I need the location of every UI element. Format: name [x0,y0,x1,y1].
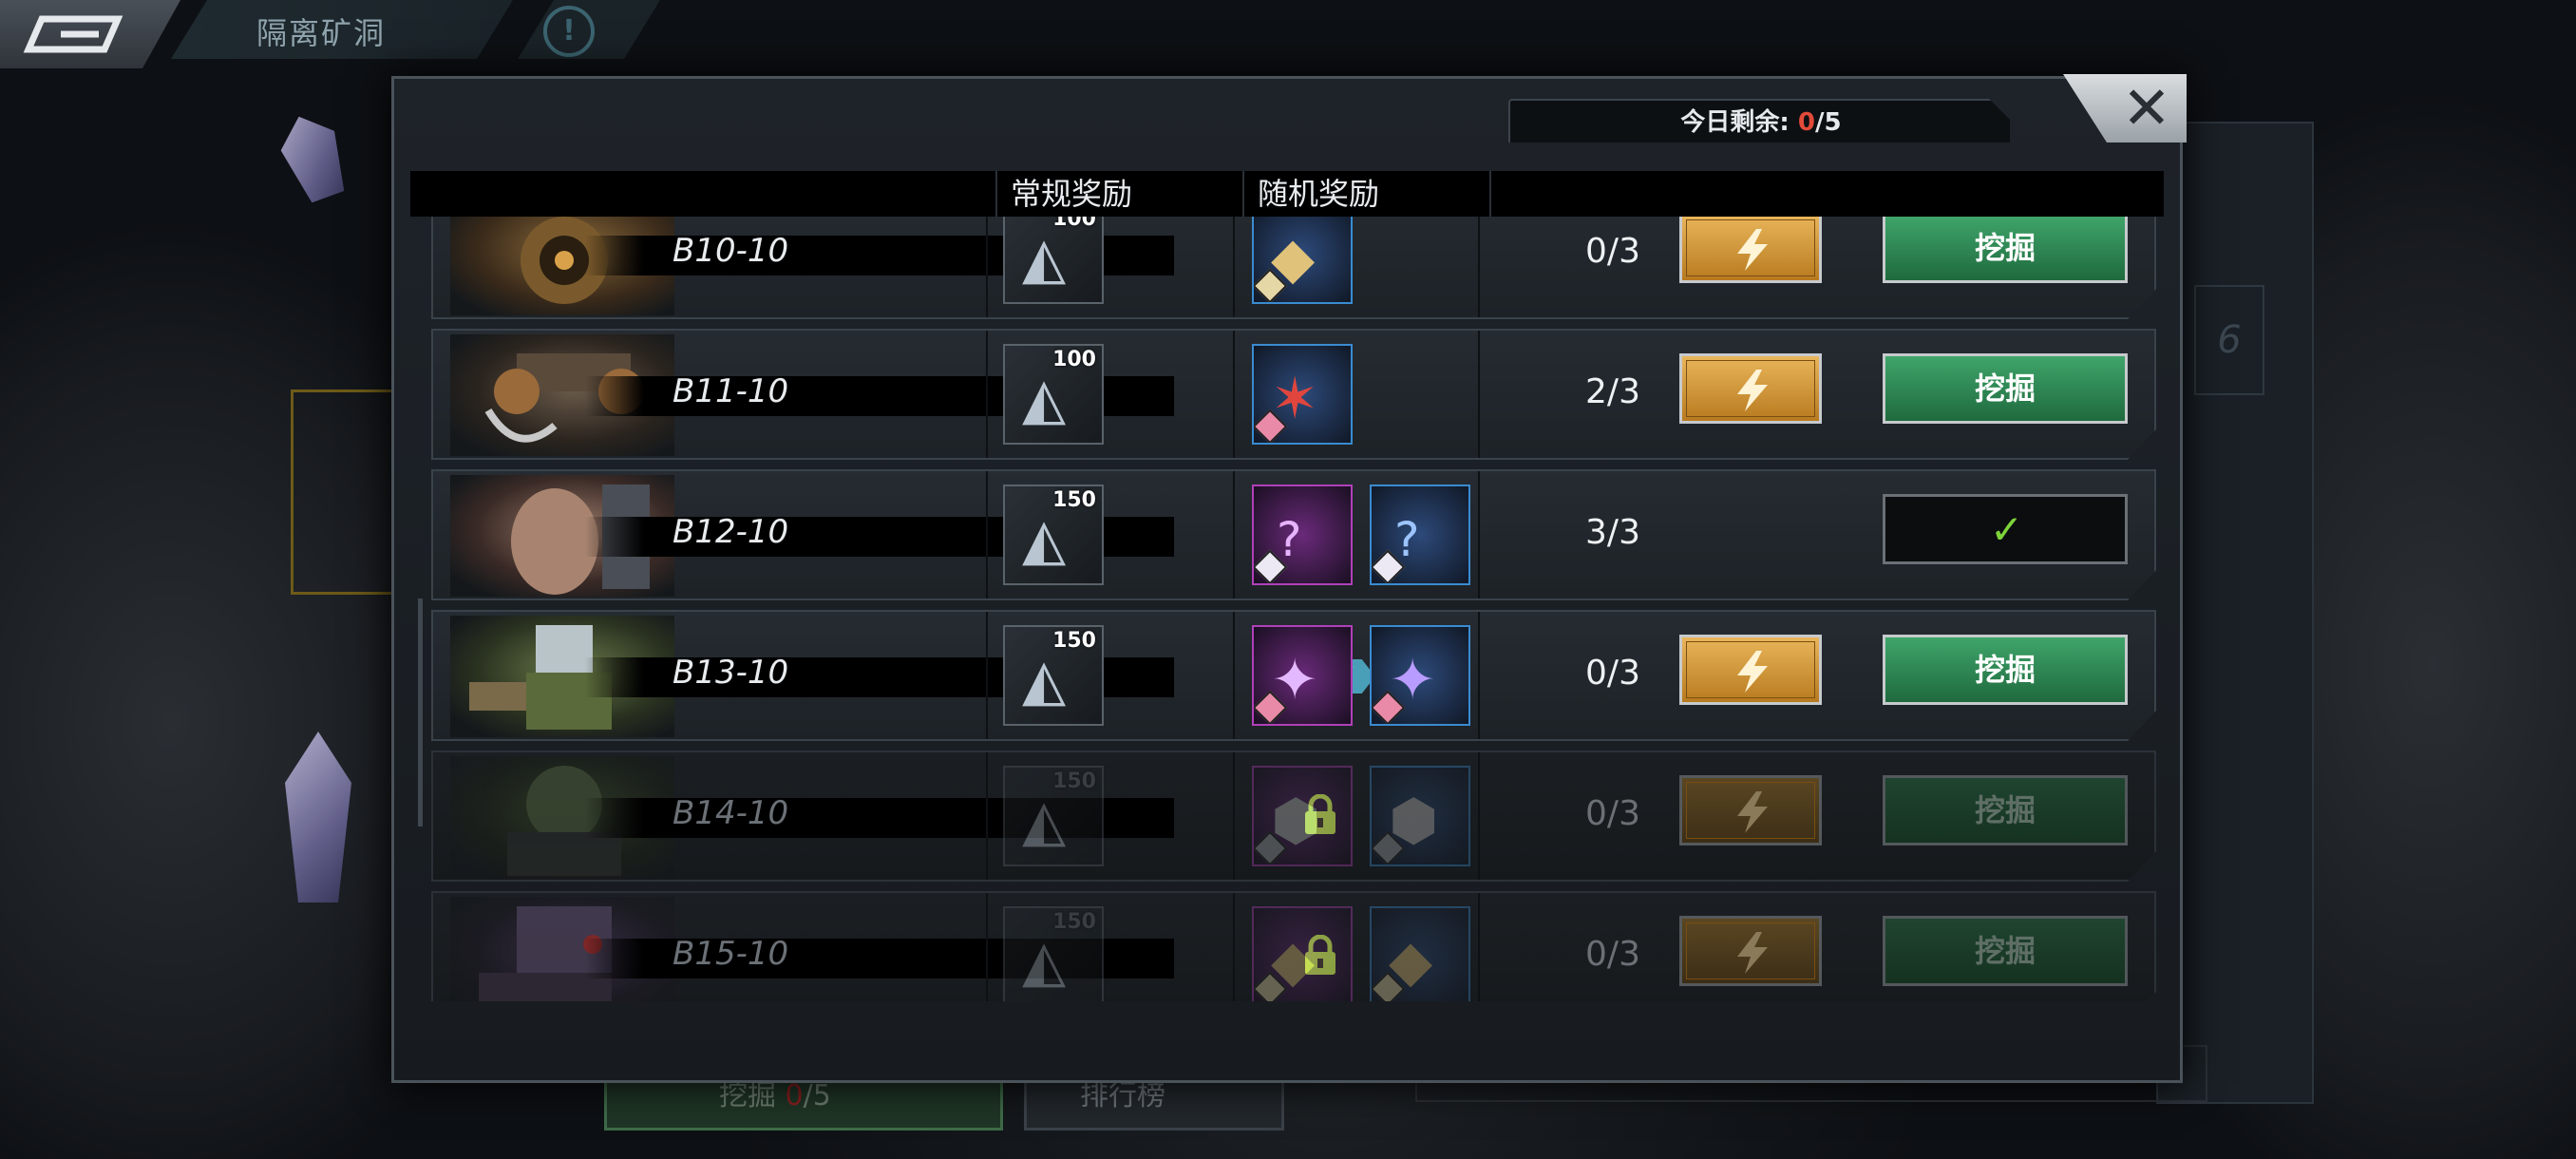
area-title: 隔离矿洞 [256,15,387,51]
background-ranking-label: 排行榜 [1080,1079,1165,1112]
column-divider [986,471,988,598]
random-reward-item: ⬢ [1252,766,1353,866]
energy-button [1679,916,1822,986]
back-arrow-icon [23,15,123,53]
column-divider [986,752,988,880]
stage-row-b14: B14-10 150 ◭ ⬢ ⬢ 0/3 挖掘 [431,750,2156,882]
header-random-reward: 随机奖励 [1242,171,1489,217]
random-reward-item[interactable]: ✶ [1252,344,1353,445]
attempt-progress: 0/3 [1585,232,1640,271]
attempt-progress: 0/3 [1585,935,1640,974]
regular-reward-item[interactable]: 100 ◭ [1003,217,1104,304]
column-divider [1233,217,1235,317]
background-dig-current: 0 [785,1079,804,1112]
regular-reward-item[interactable]: 150 ◭ [1003,484,1104,585]
random-reward-item[interactable]: ? [1252,484,1353,585]
random-reward-item: ⬢ [1370,766,1470,866]
energy-button[interactable] [1679,635,1822,705]
lightning-icon [1737,791,1768,833]
column-divider [1233,471,1235,598]
column-divider [1478,471,1480,598]
list-scrollbar[interactable] [418,598,423,826]
checkmark-icon: ✓ [1990,506,2024,553]
column-divider [986,612,988,739]
dig-button[interactable]: 挖掘 [1883,353,2128,424]
column-divider [1233,331,1235,458]
attempt-progress: 0/3 [1585,794,1640,833]
random-reward-item[interactable]: ? [1370,484,1470,585]
stage-row-b12: B12-10 150 ◭ ? ? 3/3 ✓ [431,469,2156,600]
background-side-value: 6 [2194,285,2264,395]
lightning-icon [1737,229,1768,271]
crystal-core-icon: ◭ [1022,647,1067,713]
background-dig-label: 挖掘 [719,1079,786,1112]
attempt-progress: 3/3 [1585,513,1640,552]
daily-remaining-max: /5 [1814,108,1842,137]
info-icon[interactable]: ! [543,6,595,57]
stage-name: B13-10 [672,654,789,692]
random-reward-item: ◆ [1370,906,1470,1001]
daily-remaining-label: 今日剩余: [1680,108,1798,137]
table-header: 常规奖励 随机奖励 [410,171,2164,217]
completed-button: ✓ [1883,494,2128,564]
lightning-icon [1737,370,1768,411]
stage-list[interactable]: B10-10 100 ◭ ◆ 0/3 挖掘 B11-10 100 ◭ ✶ 2/3… [410,217,2164,1001]
regular-reward-item: 150 ◭ [1003,906,1104,1001]
stage-row-b15: B15-10 150 ◭ ◆ ◆ 0/3 挖掘 [431,891,2156,1001]
regular-reward-item[interactable]: 150 ◭ [1003,625,1104,726]
top-bar: 隔离矿洞 ! [0,0,665,68]
energy-button [1679,775,1822,846]
energy-button[interactable] [1679,353,1822,424]
crystal-core-icon: ◭ [1022,506,1067,573]
background-dig-max: /5 [803,1079,831,1112]
column-divider [986,893,988,1001]
column-divider [1478,752,1480,880]
stage-name: B10-10 [672,232,789,270]
lightning-icon [1737,932,1768,974]
column-divider [1233,893,1235,1001]
column-divider [986,217,988,317]
column-divider [1478,612,1480,739]
column-divider [1233,752,1235,880]
column-divider [986,331,988,458]
column-divider [1478,217,1480,317]
dig-button: 挖掘 [1883,775,2128,846]
daily-remaining: 今日剩余: 0/5 [1508,99,2010,142]
random-reward-item[interactable]: ✦ [1252,625,1353,726]
crystal-core-icon: ◭ [1022,928,1067,995]
stage-row-b13: B13-10 NEW! 150 ◭ ✦ ✦ 0/3 挖掘 [431,610,2156,741]
close-icon: ✕ [2122,73,2171,142]
stage-name: B12-10 [672,513,789,551]
crystal-core-icon: ◭ [1022,788,1067,854]
dig-button[interactable]: 挖掘 [1883,635,2128,705]
column-divider [1233,612,1235,739]
daily-remaining-current: 0 [1797,108,1815,137]
header-actions [1489,171,2164,217]
header-stage [410,171,995,217]
stage-name: B15-10 [672,935,789,973]
regular-reward-item: 150 ◭ [1003,766,1104,866]
regular-reward-item[interactable]: 100 ◭ [1003,344,1104,445]
random-reward-item[interactable]: ◆ [1252,217,1353,304]
crystal-core-icon: ◭ [1022,225,1067,292]
background-frame [291,390,398,595]
crystal-core-icon: ◭ [1022,366,1067,432]
random-reward-item: ◆ [1252,906,1353,1001]
lightning-icon [1737,651,1768,693]
back-button[interactable] [0,0,180,68]
column-divider [1478,893,1480,1001]
attempt-progress: 2/3 [1585,372,1640,411]
column-divider [1478,331,1480,458]
attempt-progress: 0/3 [1585,654,1640,693]
random-reward-item[interactable]: ✦ [1370,625,1470,726]
stage-name: B11-10 [672,372,789,410]
stage-row-b10: B10-10 100 ◭ ◆ 0/3 挖掘 [431,217,2156,319]
stage-name: B14-10 [672,794,789,832]
dig-button[interactable]: 挖掘 [1883,217,2128,283]
stage-row-b11: B11-10 100 ◭ ✶ 2/3 挖掘 [431,329,2156,460]
energy-button[interactable] [1679,217,1822,283]
header-regular-reward: 常规奖励 [995,171,1242,217]
dig-button: 挖掘 [1883,916,2128,986]
